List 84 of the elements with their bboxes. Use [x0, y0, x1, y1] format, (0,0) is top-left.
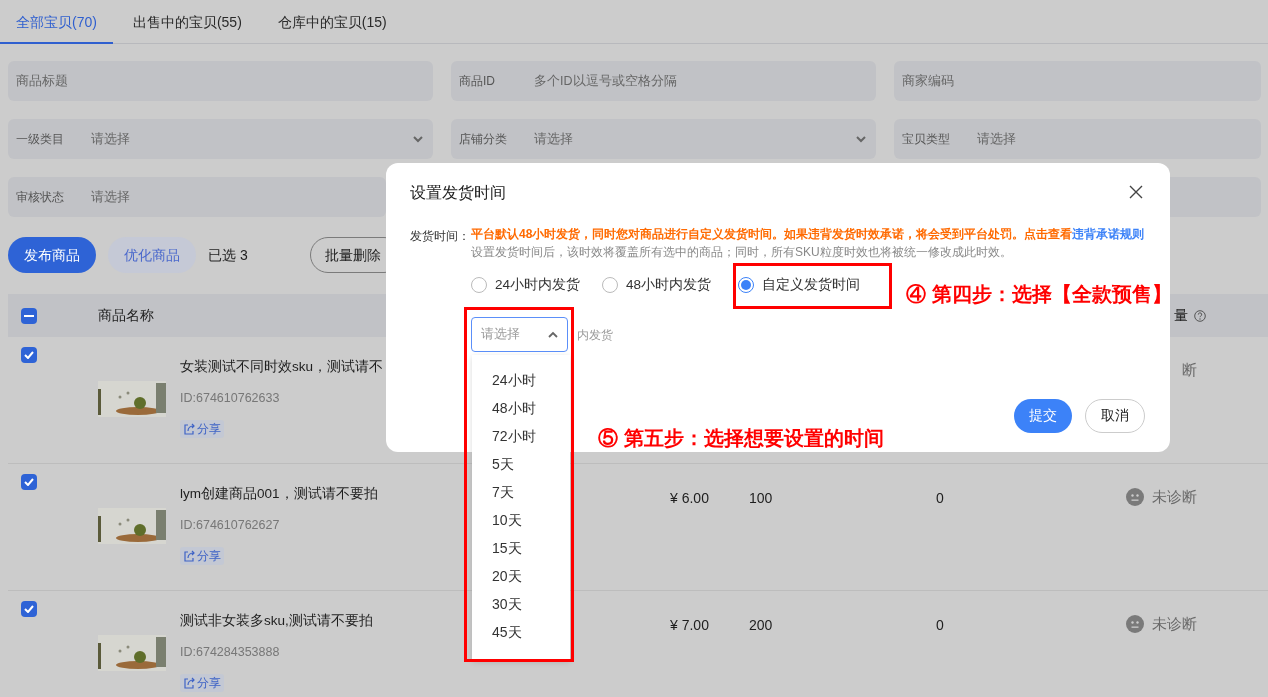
rules-link[interactable]: 违背承诺规则 — [1072, 227, 1145, 241]
select-field[interactable]: 一级类目 请选择 — [8, 119, 433, 159]
input-field[interactable]: 宝贝类型 请选择 — [894, 119, 1261, 159]
product-id: ID:674610762633 — [180, 390, 281, 408]
share-link[interactable]: 分享 — [180, 674, 224, 692]
chevron-down-icon — [413, 135, 423, 143]
radio-option[interactable]: 24小时内发货 — [471, 275, 581, 296]
placeholder-text: 商品标题 — [16, 72, 68, 90]
placeholder-text: 商家编码 — [902, 72, 954, 90]
placeholder-text: 多个ID以逗号或空格分隔 — [534, 72, 677, 90]
hint-text: 设置发货时间后，该时效将覆盖所有选中的商品；同时，所有SKU粒度时效也将被统一修改成此时效。 — [471, 244, 1013, 261]
chevron-up-icon — [548, 330, 558, 339]
menu-item[interactable]: 45天 — [472, 618, 570, 646]
checkmark-icon — [24, 605, 34, 613]
annotation-text: ④ 第四步：选择【全款预售】 — [906, 282, 1172, 307]
radio-option[interactable]: 48小时内发货 — [602, 275, 712, 296]
column-header: 商品名称 — [98, 306, 154, 325]
field-label: 宝贝类型 — [902, 131, 951, 148]
product-title[interactable]: lym创建商品001，测试请不要拍 — [180, 484, 378, 505]
stock-text: 200 — [749, 617, 773, 633]
share-icon — [183, 677, 195, 689]
tab[interactable]: 出售中的宝贝(55) — [116, 0, 258, 44]
input-field[interactable]: 商品ID 多个ID以逗号或空格分隔 — [451, 61, 876, 101]
product-id: ID:674284353888 — [180, 644, 281, 662]
checkmark-icon — [24, 478, 34, 486]
placeholder-text: 请选择 — [977, 130, 1016, 148]
price-text: ¥ 6.00 — [670, 490, 709, 506]
checkbox[interactable] — [21, 347, 37, 363]
close-button[interactable] — [1129, 185, 1145, 201]
checkmark-icon — [24, 351, 34, 359]
share-link[interactable]: 分享 — [180, 420, 224, 438]
table-cell: 0 — [936, 617, 944, 633]
field-label: 店铺分类 — [459, 131, 508, 148]
dialog-button[interactable]: 提交 — [1014, 399, 1072, 433]
toolbar-button[interactable]: 发布商品 — [8, 237, 96, 273]
suffix-text: 内发货 — [577, 326, 613, 344]
price-text: ¥ 7.00 — [670, 617, 709, 633]
field-label: 一级类目 — [16, 131, 65, 148]
minus-icon — [24, 314, 34, 317]
select-field[interactable]: 店铺分类 请选择 — [451, 119, 876, 159]
menu-item[interactable]: 20天 — [472, 562, 570, 590]
share-icon — [183, 423, 195, 435]
help-icon — [1194, 309, 1206, 322]
product-title[interactable]: 测试非女装多sku,测试请不要拍 — [180, 611, 373, 632]
menu-item[interactable]: 7天 — [472, 478, 570, 506]
menu-item[interactable]: 24小时 — [472, 366, 570, 394]
placeholder-text: 请选择 — [534, 130, 573, 148]
diagnosis-status: 未诊断 — [1152, 487, 1197, 507]
radio-button[interactable] — [471, 277, 487, 294]
field-label: 发货时间： — [410, 228, 471, 245]
radio-button[interactable] — [602, 277, 619, 294]
selection-count: 已选 3 — [208, 245, 248, 265]
checkbox[interactable] — [21, 601, 37, 617]
stock-text: 100 — [749, 490, 773, 506]
tab[interactable]: 仓库中的宝贝(15) — [261, 0, 403, 44]
placeholder-text: 请选择 — [91, 188, 130, 206]
menu-item[interactable]: 30天 — [472, 590, 570, 618]
column-header: 量 — [1174, 306, 1188, 325]
menu-item[interactable]: 10天 — [472, 506, 570, 534]
diagnosis-status: 断 — [1182, 360, 1197, 380]
radio-option[interactable]: 自定义发货时间 — [738, 275, 861, 296]
notice-text: 平台默认48小时发货，同时您对商品进行自定义发货时间。如果违背发货时效承诺，将会受到平台处罚。点击查看违背承诺规则 — [471, 226, 1145, 243]
share-link[interactable]: 分享 — [180, 547, 224, 565]
menu-item[interactable]: 48小时 — [472, 394, 570, 422]
product-title[interactable]: 女装测试不同时效sku，测试请不 — [180, 357, 383, 378]
product-id: ID:674610762627 — [180, 517, 281, 535]
diagnosis-status: 未诊断 — [1152, 614, 1197, 634]
checkbox[interactable] — [21, 307, 37, 324]
dialog-title: 设置发货时间 — [410, 183, 506, 203]
tab[interactable]: 全部宝贝(70) — [0, 0, 113, 44]
input-field[interactable]: 审核状态 请选择 — [8, 177, 386, 217]
field-label: 审核状态 — [16, 189, 65, 206]
menu-item[interactable]: 72小时 — [472, 422, 570, 450]
field-label: 商品ID — [459, 73, 496, 90]
radio-button[interactable] — [738, 277, 755, 294]
chevron-down-icon — [856, 135, 866, 143]
menu-item[interactable]: 15天 — [472, 534, 570, 562]
menu-item[interactable]: 5天 — [472, 450, 570, 478]
dialog-button[interactable]: 取消 — [1085, 399, 1145, 433]
annotation-text: ⑤ 第五步：选择想要设置的时间 — [598, 426, 884, 451]
table-cell: 0 — [936, 490, 944, 506]
placeholder-text: 请选择 — [91, 130, 130, 148]
share-icon — [183, 550, 195, 562]
checkbox[interactable] — [21, 474, 37, 490]
